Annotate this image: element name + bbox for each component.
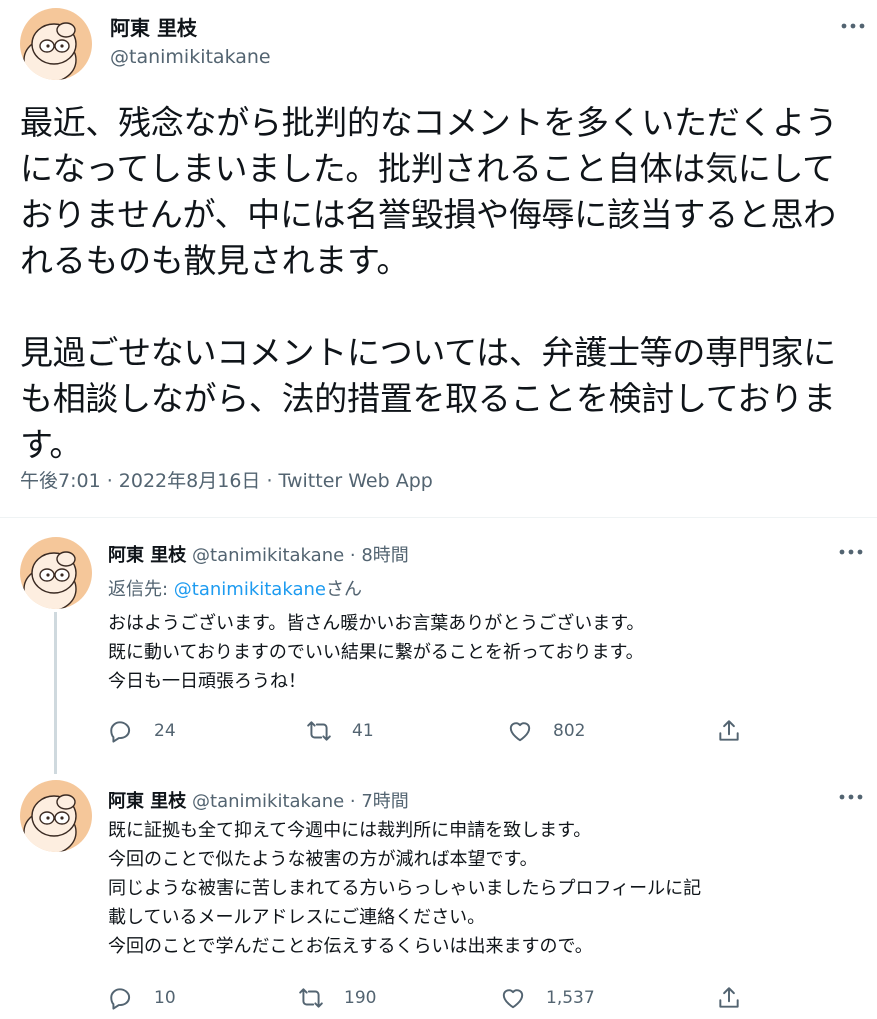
divider bbox=[0, 517, 877, 518]
share-button[interactable] bbox=[716, 985, 742, 1011]
reply-line: 今回のことで学んだことお伝えするくらいは出来ますので。 bbox=[108, 936, 593, 957]
tweet-paragraph: 最近、残念ながら批判的なコメントを多くいただくようになってしまいました。批判され… bbox=[20, 103, 838, 280]
share-icon bbox=[719, 987, 739, 1008]
reply-icon bbox=[110, 721, 131, 743]
reply-line: 同じような被害に苦しまれてる方いらっしゃいましたらプロフィールに記 bbox=[108, 878, 702, 899]
retweet-count: 41 bbox=[352, 721, 374, 741]
author-handle[interactable]: @tanimikitakane bbox=[110, 46, 271, 68]
thread-line bbox=[54, 612, 57, 774]
reply-to-mention[interactable]: @tanimikitakane bbox=[174, 579, 326, 600]
tweet-paragraph: 見過ごせないコメントについては、弁護士等の専門家にも相談しながら、法的措置を取る… bbox=[20, 333, 836, 464]
reply-count: 24 bbox=[154, 721, 176, 741]
like-icon bbox=[509, 722, 531, 742]
reply-line: 既に動いておりますのでいい結果に繋がることを祈っております。 bbox=[108, 642, 644, 663]
reply-count: 10 bbox=[154, 988, 176, 1008]
reply-line: 既に証拠も全て抑えて今週中には裁判所に申請を致します。 bbox=[108, 820, 592, 841]
reply-header: 阿東 里枝 @tanimikitakane · 8時間 bbox=[108, 541, 409, 567]
like-button[interactable]: 802 bbox=[507, 718, 585, 744]
author-name[interactable]: 阿東 里枝 bbox=[110, 12, 197, 41]
like-icon bbox=[502, 989, 524, 1009]
reply-button[interactable]: 24 bbox=[108, 718, 176, 744]
retweet-button[interactable]: 190 bbox=[298, 985, 376, 1011]
retweet-icon bbox=[307, 721, 331, 741]
retweet-count: 190 bbox=[344, 988, 377, 1008]
reply-line: おはようございます。皆さん暖かいお言葉ありがとうございます。 bbox=[108, 613, 645, 634]
reply-line: 今回のことで似たような被害の方が減れば本望です。 bbox=[108, 849, 538, 870]
author-handle-time[interactable]: @tanimikitakane · 8時間 bbox=[192, 545, 409, 566]
reply-line: 載しているメールアドレスにご連絡ください。 bbox=[108, 907, 486, 928]
share-button[interactable] bbox=[716, 718, 742, 744]
like-count: 802 bbox=[553, 721, 586, 741]
retweet-icon bbox=[299, 988, 323, 1008]
reply-text: おはようございます。皆さん暖かいお言葉ありがとうございます。 既に動いております… bbox=[108, 609, 858, 696]
more-options-icon[interactable] bbox=[836, 787, 866, 807]
like-button[interactable]: 1,537 bbox=[500, 985, 595, 1011]
reply-line: 今日も一日頑張ろうね！ bbox=[108, 671, 306, 692]
reply-to-suffix: さん bbox=[325, 579, 362, 600]
reply-text: 既に証拠も全て抑えて今週中には裁判所に申請を致します。 今回のことで似たような被… bbox=[108, 816, 858, 961]
reply-to-prefix: 返信先: bbox=[108, 579, 174, 600]
author-handle-time[interactable]: @tanimikitakane · 7時間 bbox=[192, 791, 409, 812]
reply-to: 返信先: @tanimikitakaneさん bbox=[108, 575, 362, 601]
reply-button[interactable]: 10 bbox=[108, 985, 176, 1011]
share-icon bbox=[719, 720, 739, 741]
reply-header: 阿東 里枝 @tanimikitakane · 7時間 bbox=[108, 787, 409, 813]
more-options-icon[interactable] bbox=[838, 16, 868, 36]
like-count: 1,537 bbox=[546, 988, 595, 1008]
more-options-icon[interactable] bbox=[836, 542, 866, 562]
avatar-icon[interactable] bbox=[20, 780, 92, 852]
tweet-text: 最近、残念ながら批判的なコメントを多くいただくようになってしまいました。批判され… bbox=[20, 100, 860, 468]
retweet-button[interactable]: 41 bbox=[306, 718, 374, 744]
tweet-meta[interactable]: 午後7:01 · 2022年8月16日 · Twitter Web App bbox=[20, 466, 433, 493]
avatar-icon[interactable] bbox=[20, 8, 92, 80]
reply-icon bbox=[110, 988, 131, 1010]
avatar-icon[interactable] bbox=[20, 537, 92, 609]
author-name[interactable]: 阿東 里枝 bbox=[108, 545, 186, 566]
author-name[interactable]: 阿東 里枝 bbox=[108, 791, 186, 812]
